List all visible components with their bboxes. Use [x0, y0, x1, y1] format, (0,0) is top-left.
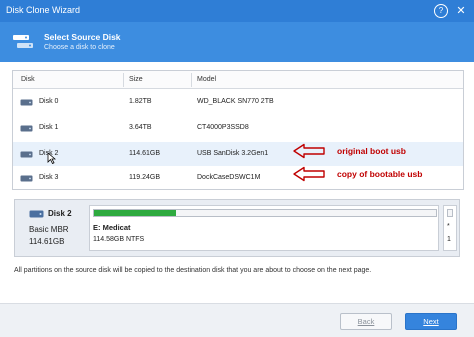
disk-icon [20, 125, 33, 132]
disk-model: USB SanDisk 3.2Gen1 [197, 150, 269, 157]
partition-label: * [447, 223, 450, 230]
disk-size: 119.24GB [129, 174, 161, 181]
column-header-model[interactable]: Model [197, 76, 216, 83]
red-arrow-icon [293, 166, 325, 182]
table-header: Disk Size Model [13, 71, 463, 89]
column-header-size[interactable]: Size [129, 76, 143, 83]
page-subtitle: Choose a disk to clone [44, 44, 115, 51]
partition-usage-bar [93, 209, 437, 217]
column-header-disk[interactable]: Disk [21, 76, 35, 83]
back-button[interactable]: Back [340, 313, 392, 330]
mouse-cursor-icon [47, 152, 56, 164]
disk-size: 3.64TB [129, 124, 152, 131]
disk-model: WD_BLACK SN770 2TB [197, 98, 274, 105]
disk-name: Disk 0 [39, 98, 59, 105]
close-icon[interactable]: ✕ [454, 4, 468, 18]
disk-icon [29, 210, 44, 218]
disk-name: Disk 1 [39, 124, 59, 131]
partition-usage-bar [447, 209, 453, 217]
disk-size: 1.82TB [129, 98, 152, 105]
annotation-copy-of-bootable-usb: copy of bootable usb [337, 169, 423, 179]
column-divider[interactable] [191, 73, 192, 87]
partition-info: 1 [447, 236, 451, 243]
title-bar: Disk Clone Wizard ? ✕ [0, 0, 474, 22]
annotation-original-boot-usb: original boot usb [337, 146, 406, 156]
disk-detail-panel: Disk 2 Basic MBR 114.61GB E: Medicat 114… [14, 199, 460, 257]
detail-disk-size: 114.61GB [29, 237, 65, 246]
disk-size: 114.61GB [129, 150, 161, 157]
footer-bar: Back Next [0, 303, 474, 337]
table-row[interactable]: Disk 0 1.82TB WD_BLACK SN770 2TB [13, 90, 463, 114]
disk-model: DockCaseDSWC1M [197, 174, 261, 181]
partition-info: 114.58GB NTFS [93, 236, 145, 243]
detail-disk-name: Disk 2 [48, 209, 72, 218]
table-row[interactable]: Disk 1 3.64TB CT4000P3SSD8 [13, 116, 463, 140]
partition-usage-fill [94, 210, 177, 216]
page-title: Select Source Disk [44, 32, 121, 42]
disk-summary: Disk 2 Basic MBR 114.61GB [15, 200, 87, 256]
next-button[interactable]: Next [405, 313, 457, 330]
partition-block[interactable]: E: Medicat 114.58GB NTFS [89, 205, 439, 251]
partition-name: E: Medicat [93, 223, 131, 232]
disk-icon [20, 151, 33, 158]
info-note: All partitions on the source disk will b… [14, 267, 372, 274]
disk-model: CT4000P3SSD8 [197, 124, 249, 131]
red-arrow-icon [293, 143, 325, 159]
detail-disk-type: Basic MBR [29, 225, 69, 234]
window-title: Disk Clone Wizard [6, 5, 81, 15]
help-icon[interactable]: ? [434, 4, 448, 18]
disk-clone-icon [13, 35, 33, 48]
disk-icon [20, 175, 33, 182]
partition-block-small[interactable]: * 1 [443, 205, 457, 251]
disk-name: Disk 3 [39, 174, 59, 181]
column-divider[interactable] [123, 73, 124, 87]
disk-icon [20, 99, 33, 106]
wizard-header: Select Source Disk Choose a disk to clon… [0, 22, 474, 62]
